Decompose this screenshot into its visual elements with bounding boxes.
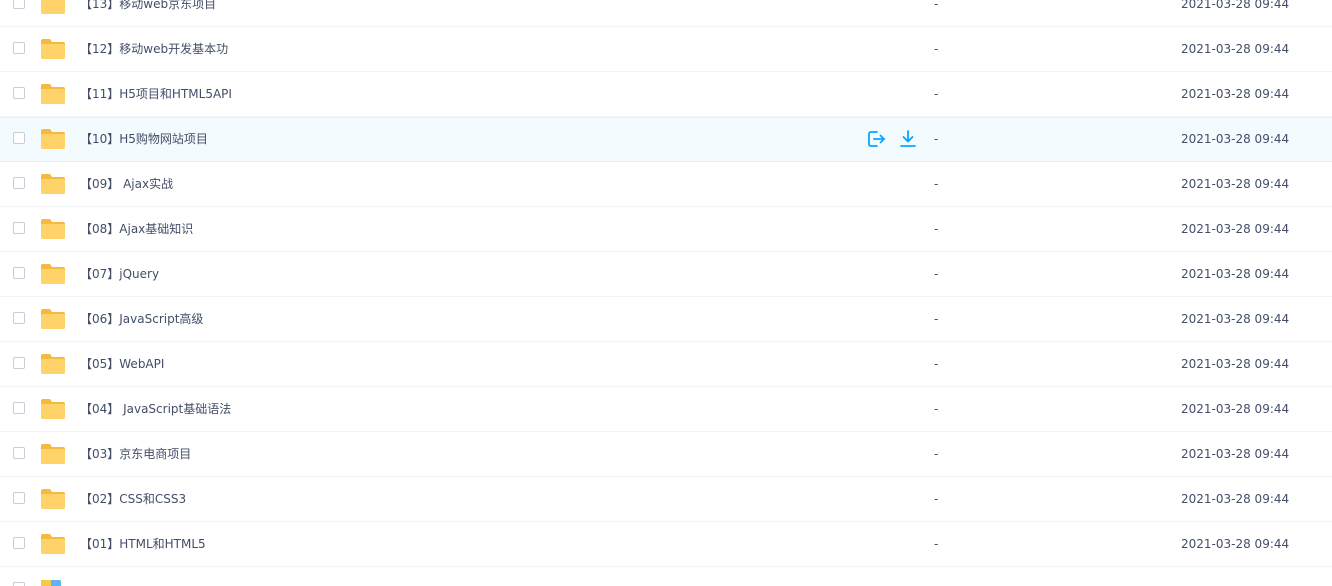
file-name-link[interactable]: 【03】京东电商项目: [80, 432, 191, 476]
file-rows: 【13】移动web京东项目 - 2021-03-28 09:44 【12】移动web…: [0, 0, 1332, 586]
folder-icon: [40, 218, 66, 240]
file-size: -: [934, 537, 939, 551]
table-row[interactable]: 【06】JavaScript高级 - 2021-03-28 09:44: [0, 297, 1332, 342]
file-list: 【13】移动web京东项目 - 2021-03-28 09:44 【12】移动web…: [0, 0, 1332, 586]
table-row[interactable]: 【13】移动web京东项目 - 2021-03-28 09:44: [0, 0, 1332, 27]
folder-icon: [40, 443, 66, 465]
table-row[interactable]: 【10】H5购物网站项目 - 2021-03-28 09:44: [0, 117, 1332, 162]
modified-date: 2021-03-28 09:44: [1181, 312, 1290, 326]
file-icon: [40, 579, 62, 586]
folder-icon: [40, 83, 66, 105]
row-checkbox[interactable]: [13, 357, 25, 369]
table-row[interactable]: 【08】Ajax基础知识 - 2021-03-28 09:44: [0, 207, 1332, 252]
file-size: -: [934, 402, 939, 416]
file-name-link[interactable]: 【09】 Ajax实战: [80, 162, 173, 206]
folder-icon: [40, 533, 66, 555]
row-checkbox[interactable]: [13, 537, 25, 549]
modified-date: 2021-03-28 09:44: [1181, 537, 1290, 551]
file-size: -: [934, 42, 939, 56]
file-name-link[interactable]: 【06】JavaScript高级: [80, 297, 203, 341]
file-size: -: [934, 132, 939, 146]
file-size: -: [934, 177, 939, 191]
table-row[interactable]: 【12】移动web开发基本功 - 2021-03-28 09:44: [0, 27, 1332, 72]
file-name-link[interactable]: 【13】移动web京东项目: [80, 0, 216, 26]
folder-icon: [40, 38, 66, 60]
file-name-link[interactable]: 【08】Ajax基础知识: [80, 207, 193, 251]
folder-icon: [40, 263, 66, 285]
table-row[interactable]: 【11】H5项目和HTML5API - 2021-03-28 09:44: [0, 72, 1332, 117]
modified-date: 2021-03-28 09:44: [1181, 0, 1290, 11]
file-size: -: [934, 312, 939, 326]
modified-date: 2021-03-28 09:44: [1181, 267, 1290, 281]
row-checkbox[interactable]: [13, 582, 25, 586]
file-name-link[interactable]: 【04】 JavaScript基础语法: [80, 387, 231, 431]
download-icon[interactable]: [898, 129, 918, 149]
table-row[interactable]: 【05】WebAPI - 2021-03-28 09:44: [0, 342, 1332, 387]
file-name-link[interactable]: 【10】H5购物网站项目: [80, 117, 208, 161]
row-checkbox[interactable]: [13, 402, 25, 414]
folder-icon: [40, 0, 66, 15]
row-checkbox[interactable]: [13, 492, 25, 504]
row-checkbox[interactable]: [13, 177, 25, 189]
share-icon[interactable]: [866, 129, 886, 149]
modified-date: 2021-03-28 09:44: [1181, 357, 1290, 371]
row-checkbox[interactable]: [13, 42, 25, 54]
table-row[interactable]: 【07】jQuery - 2021-03-28 09:44: [0, 252, 1332, 297]
file-size: -: [934, 357, 939, 371]
file-name-link[interactable]: 【01】HTML和HTML5: [80, 522, 206, 566]
table-row[interactable]: [0, 567, 1332, 586]
table-row[interactable]: 【01】HTML和HTML5 - 2021-03-28 09:44: [0, 522, 1332, 567]
modified-date: 2021-03-28 09:44: [1181, 87, 1290, 101]
modified-date: 2021-03-28 09:44: [1181, 492, 1290, 506]
table-row[interactable]: 【04】 JavaScript基础语法 - 2021-03-28 09:44: [0, 387, 1332, 432]
file-size: -: [934, 492, 939, 506]
row-checkbox[interactable]: [13, 447, 25, 459]
row-checkbox[interactable]: [13, 222, 25, 234]
file-name-link[interactable]: 【12】移动web开发基本功: [80, 27, 228, 71]
table-row[interactable]: 【02】CSS和CSS3 - 2021-03-28 09:44: [0, 477, 1332, 522]
file-size: -: [934, 0, 939, 11]
row-checkbox[interactable]: [13, 87, 25, 99]
modified-date: 2021-03-28 09:44: [1181, 402, 1290, 416]
folder-icon: [40, 128, 66, 150]
file-name-link[interactable]: 【02】CSS和CSS3: [80, 477, 186, 521]
file-size: -: [934, 267, 939, 281]
file-size: -: [934, 447, 939, 461]
folder-icon: [40, 398, 66, 420]
modified-date: 2021-03-28 09:44: [1181, 447, 1290, 461]
file-size: -: [934, 222, 939, 236]
row-checkbox[interactable]: [13, 312, 25, 324]
table-row[interactable]: 【03】京东电商项目 - 2021-03-28 09:44: [0, 432, 1332, 477]
row-checkbox[interactable]: [13, 267, 25, 279]
modified-date: 2021-03-28 09:44: [1181, 222, 1290, 236]
file-size: -: [934, 87, 939, 101]
table-row[interactable]: 【09】 Ajax实战 - 2021-03-28 09:44: [0, 162, 1332, 207]
file-name-link[interactable]: 【11】H5项目和HTML5API: [80, 72, 232, 116]
file-name-link[interactable]: 【05】WebAPI: [80, 342, 164, 386]
folder-icon: [40, 353, 66, 375]
row-actions: [866, 129, 918, 149]
file-name-link[interactable]: 【07】jQuery: [80, 252, 159, 296]
folder-icon: [40, 308, 66, 330]
folder-icon: [40, 173, 66, 195]
row-checkbox[interactable]: [13, 0, 25, 9]
folder-icon: [40, 488, 66, 510]
modified-date: 2021-03-28 09:44: [1181, 177, 1290, 191]
modified-date: 2021-03-28 09:44: [1181, 42, 1290, 56]
row-checkbox[interactable]: [13, 132, 25, 144]
modified-date: 2021-03-28 09:44: [1181, 132, 1290, 146]
